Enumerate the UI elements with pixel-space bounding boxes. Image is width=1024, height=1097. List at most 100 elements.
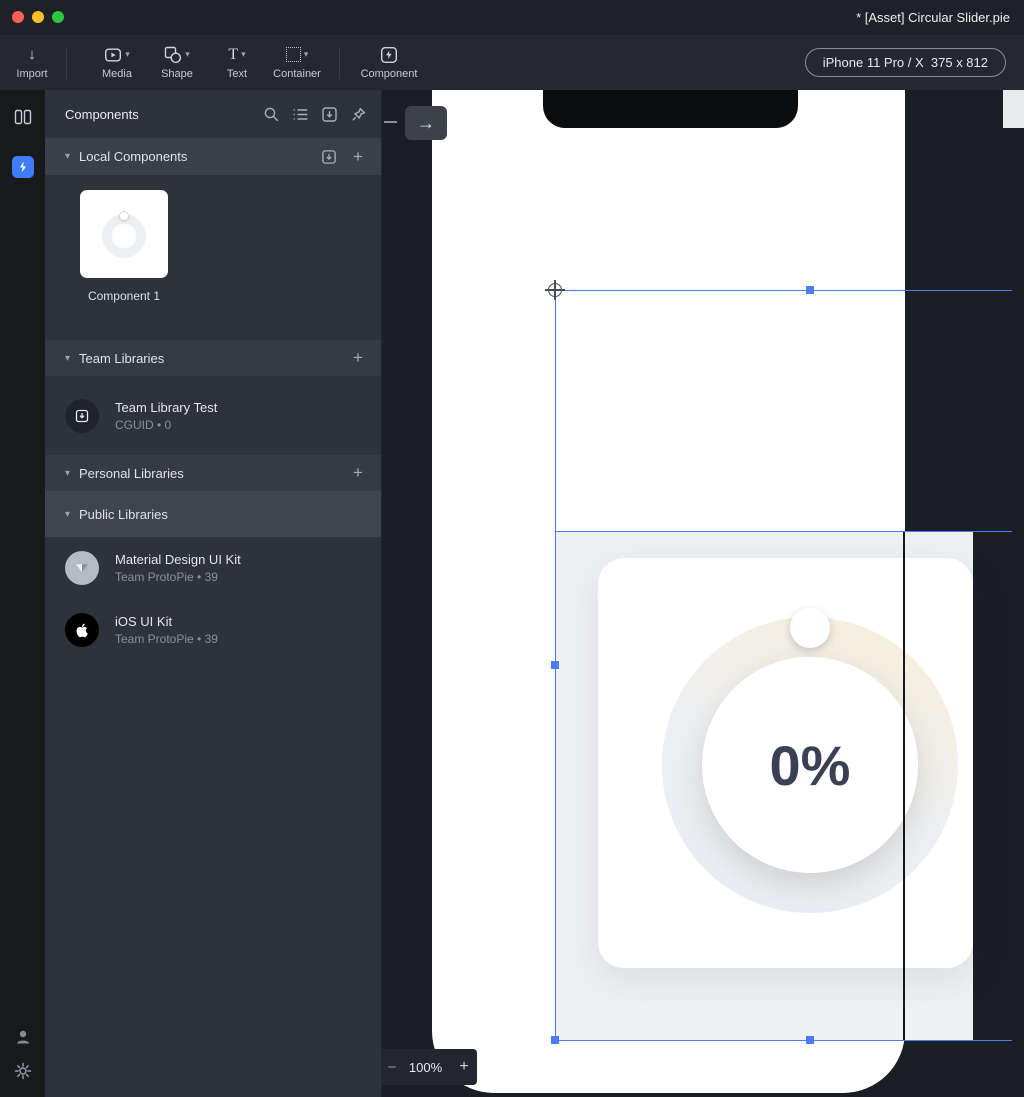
traffic-lights <box>12 11 64 23</box>
shape-label: Shape <box>161 67 193 80</box>
local-components-section[interactable]: ▾ Local Components + <box>45 138 381 175</box>
pin-panel-button[interactable] <box>349 105 367 123</box>
list-view-button[interactable] <box>291 105 309 123</box>
selection-edge-bottom <box>555 1040 1012 1041</box>
download-arrow-icon: ↓ <box>28 46 36 63</box>
team-libraries-section[interactable]: ▾ Team Libraries + <box>45 340 381 376</box>
text-label: Text <box>226 67 248 80</box>
components-panel-button[interactable] <box>0 156 45 178</box>
circular-slider-inner: 0% <box>702 657 918 873</box>
device-selector[interactable]: iPhone 11 Pro / X 375 x 812 <box>804 48 1006 77</box>
public-libraries-label: Public Libraries <box>79 506 168 522</box>
window-title: * [Asset] Circular Slider.pie <box>856 10 1010 25</box>
container-iconrow: ▾ <box>285 46 308 64</box>
zoom-out-button[interactable]: − <box>384 1059 400 1076</box>
component-label: Component <box>360 67 418 80</box>
container-tool-button[interactable]: ▾ Container <box>265 46 329 80</box>
import-component-button[interactable] <box>320 105 338 123</box>
add-personal-library-button[interactable]: + <box>349 464 367 482</box>
local-components-list: Component 1 <box>45 175 381 340</box>
fullscreen-button[interactable] <box>52 11 64 23</box>
personal-libraries-label: Personal Libraries <box>79 465 184 481</box>
add-team-library-button[interactable]: + <box>349 349 367 367</box>
close-button[interactable] <box>12 11 24 23</box>
chevron-down-icon: ▾ <box>65 467 71 479</box>
team-library-subtitle: CGUID • 0 <box>115 417 172 432</box>
local-components-label: Local Components <box>79 149 188 164</box>
text-tool-button[interactable]: T ▾ Text <box>211 46 263 80</box>
toolbar-separator <box>339 46 340 79</box>
selection-handle-top-center[interactable] <box>806 286 814 294</box>
chevron-down-icon: ▾ <box>65 151 71 162</box>
text-icon: T <box>228 45 239 63</box>
pin-icon <box>351 107 365 121</box>
media-iconrow: ▾ <box>104 46 130 64</box>
personal-libraries-section[interactable]: ▾ Personal Libraries + <box>45 455 381 491</box>
circular-slider-ring[interactable]: 0% <box>662 617 958 913</box>
selection-handle-bottom-left[interactable] <box>551 1036 559 1044</box>
media-tool-button[interactable]: ▾ Media <box>91 46 143 80</box>
shape-tool-button[interactable]: ▾ Shape <box>149 46 205 80</box>
bolt-icon <box>19 161 26 173</box>
apple-logo-icon <box>65 613 99 647</box>
component-thumbnail[interactable] <box>80 190 168 278</box>
selection-handle-bottom-center[interactable] <box>806 1036 814 1044</box>
layers-panel-button[interactable] <box>0 108 45 126</box>
zoom-in-button[interactable]: + <box>451 1058 477 1076</box>
left-rail <box>0 90 45 1097</box>
selection-handle-left-middle[interactable] <box>551 661 559 669</box>
material-design-icon <box>65 551 99 585</box>
media-label: Media <box>102 67 132 80</box>
import-label: Import <box>16 67 48 80</box>
library-title: iOS UI Kit <box>115 614 173 629</box>
person-icon <box>16 1030 29 1044</box>
canvas[interactable]: 0% → − 100% + <box>382 90 1024 1097</box>
forward-button[interactable]: → <box>405 106 447 140</box>
selection-edge-inner-top <box>555 531 1012 532</box>
library-subtitle: Team ProtoPie • 39 <box>115 632 218 646</box>
right-panel-edge <box>1003 90 1024 128</box>
chevron-down-icon: ▾ <box>65 352 71 364</box>
slider-knob[interactable] <box>790 608 830 648</box>
add-local-component-button[interactable]: + <box>349 147 367 166</box>
import-to-local-button[interactable] <box>320 148 338 166</box>
text-caret-icon: ▾ <box>241 49 246 59</box>
selection-edge-top <box>555 290 1012 291</box>
zoom-control: − 100% + <box>382 1049 477 1085</box>
components-panel-title: Components <box>65 106 139 122</box>
components-panel: Components ▾ Local Components + Componen… <box>45 90 382 1097</box>
shape-icon <box>165 46 182 63</box>
apple-icon <box>76 623 88 638</box>
account-button[interactable] <box>0 1028 45 1046</box>
phone-right-edge-line <box>903 531 905 1040</box>
component-tool-button[interactable]: Component <box>354 46 424 80</box>
gear-icon <box>14 1062 31 1080</box>
zoom-level[interactable]: 100% <box>400 1060 451 1075</box>
text-iconrow: T ▾ <box>228 46 245 64</box>
settings-button[interactable] <box>0 1062 45 1080</box>
library-title: Material Design UI Kit <box>115 552 241 567</box>
component-icon <box>381 46 398 63</box>
library-item-material-design[interactable]: Material Design UI Kit Team ProtoPie • 3… <box>45 537 381 599</box>
team-library-item[interactable]: Team Library Test CGUID • 0 <box>45 376 381 455</box>
back-arrow-icon[interactable] <box>384 121 397 123</box>
import-button[interactable]: ↓ Import <box>8 46 56 80</box>
component-name: Component 1 <box>87 289 161 303</box>
team-library-title: Team Library Test <box>115 399 218 415</box>
list-view-icon <box>293 108 308 120</box>
search-button[interactable] <box>262 105 280 123</box>
material-triangle-icon <box>76 564 88 573</box>
shape-caret-icon: ▾ <box>185 49 190 59</box>
library-subtitle: Team ProtoPie • 39 <box>115 570 218 584</box>
toolbar-separator <box>66 46 67 79</box>
selection-origin-marker[interactable] <box>545 280 565 300</box>
components-header-icons <box>262 105 367 123</box>
public-libraries-section[interactable]: ▾ Public Libraries <box>45 491 381 537</box>
container-icon <box>285 47 301 62</box>
local-section-icons: + <box>320 147 367 166</box>
minimize-button[interactable] <box>32 11 44 23</box>
chevron-down-icon: ▾ <box>65 508 71 520</box>
container-label: Container <box>273 67 321 80</box>
team-libraries-label: Team Libraries <box>79 350 165 366</box>
library-item-ios[interactable]: iOS UI Kit Team ProtoPie • 39 <box>45 599 381 661</box>
